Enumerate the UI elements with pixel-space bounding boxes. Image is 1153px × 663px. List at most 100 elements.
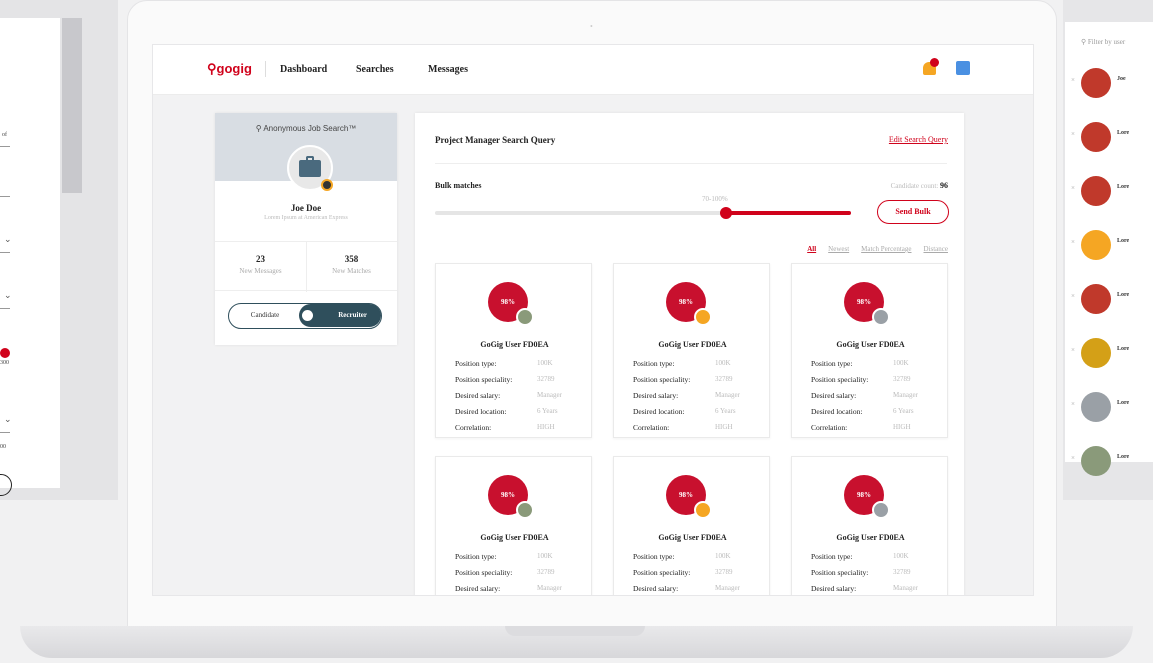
field-label: Desired salary: [811,584,857,593]
field-value: Manager [893,584,918,592]
user-list-item[interactable]: × Lore [1065,272,1153,328]
candidate-card[interactable]: 98% GoGig User FD0EA Position type: 100K Pos… [791,263,948,438]
logo[interactable]: ⚲gogig [207,61,252,77]
user-list-item[interactable]: × Lore [1065,380,1153,436]
candidate-card[interactable]: 98% GoGig User FD0EA Position type: 100K Pos… [613,263,770,438]
slider-handle[interactable] [0,348,10,358]
close-icon[interactable]: × [1071,184,1075,192]
role-toggle[interactable]: Candidate Recruiter [228,303,382,329]
send-bulk-button[interactable]: Send Bulk [877,200,949,224]
user-label: Lore [1117,346,1130,352]
chevron-down-icon[interactable]: ⌄ [4,234,12,245]
new-matches-stat[interactable]: 358 New Matches [306,254,397,275]
field-label: Desired salary: [455,391,501,400]
field-label: Position type: [455,552,497,561]
profile-card: ⚲ Anonymous Job Search™ Joe Doe Lorem Ip… [215,113,397,345]
user-list-panel: ⚲ Filter by user × Joe × Lore × Lore × Lore × Lor… [1065,22,1153,476]
field-value: 100K [537,552,553,560]
chevron-down-icon[interactable]: ⌄ [4,290,12,301]
avatar [694,501,712,519]
chevron-down-icon[interactable]: ⌄ [4,414,12,425]
camera-icon: • [590,22,593,31]
filter-all[interactable]: All [807,245,816,253]
candidate-card[interactable]: 98% GoGig User FD0EA Position type: 100K Pos… [613,456,770,595]
field-label: Position speciality: [633,568,691,577]
top-nav: ⚲gogig Dashboard Searches Messages [153,45,1033,95]
filter-match-percentage[interactable]: Match Percentage [861,245,911,253]
candidate-name: GoGig User FD0EA [480,340,549,349]
avatar [872,308,890,326]
field-value: 32789 [537,375,555,383]
close-icon[interactable]: × [1071,238,1075,246]
notification-dot [930,58,939,67]
field-label: Position type: [633,359,675,368]
edit-search-query-link[interactable]: Edit Search Query [889,135,948,144]
slider-thumb[interactable] [720,207,733,219]
range-label: 70-100% [702,195,728,203]
filter-newest[interactable]: Newest [828,245,849,253]
close-icon[interactable]: × [1071,454,1075,462]
field-label: Position speciality: [811,375,869,384]
field-label: Position type: [455,359,497,368]
user-label: Lore [1117,292,1130,298]
field-value: 32789 [537,568,555,576]
circle-button[interactable] [0,474,12,496]
close-icon[interactable]: × [1071,130,1075,138]
avatar [872,501,890,519]
nav-messages[interactable]: Messages [428,64,468,75]
user-label: Lore [1117,238,1130,244]
bell-icon[interactable] [921,58,939,76]
user-list-item[interactable]: × Lore [1065,434,1153,490]
avatar [1081,122,1111,152]
user-list-item[interactable]: × Lore [1065,164,1153,220]
avatar [1081,68,1111,98]
avatar [1081,338,1111,368]
toggle-candidate[interactable]: Candidate [229,304,301,327]
field-value: 32789 [715,568,733,576]
field-value: HIGH [715,423,733,431]
match-range-slider[interactable] [435,207,851,219]
avatar [516,501,534,519]
field-value: 100K [893,359,909,367]
toggle-knob[interactable] [302,310,313,321]
nav-searches[interactable]: Searches [356,64,394,75]
user-list-item[interactable]: × Lore [1065,110,1153,166]
candidate-name: GoGig User FD0EA [836,533,905,542]
scrollbar[interactable] [62,18,82,193]
field-value: 32789 [715,375,733,383]
field-label: Position speciality: [455,375,513,384]
field-value: Manager [537,391,562,399]
candidate-card[interactable]: 98% GoGig User FD0EA Position type: 100K Pos… [435,456,592,595]
field-label: Position speciality: [811,568,869,577]
avatar [694,308,712,326]
user-list-item[interactable]: × Lore [1065,218,1153,274]
search-results-panel: Project Manager Search Query Edit Search… [415,113,964,595]
anonymous-job-search-label[interactable]: ⚲ Anonymous Job Search™ [215,124,397,133]
location-pin-icon: ⚲ [1081,38,1087,46]
left-label-value-2: 00 [0,444,6,450]
left-background-screen: of ⌄ ⌄ 300 ⌄ 00 [0,0,118,500]
candidate-card[interactable]: 98% GoGig User FD0EA Position type: 100K Pos… [435,263,592,438]
user-list-item[interactable]: × Joe [1065,56,1153,112]
left-panel: of ⌄ ⌄ 300 ⌄ 00 [0,18,60,496]
filter-distance[interactable]: Distance [924,245,949,253]
candidate-card[interactable]: 98% GoGig User FD0EA Position type: 100K Pos… [791,456,948,595]
close-icon[interactable]: × [1071,76,1075,84]
close-icon[interactable]: × [1071,400,1075,408]
edit-icon[interactable] [321,179,333,191]
avatar [1081,230,1111,260]
user-list-item[interactable]: × Lore [1065,326,1153,382]
field-value: 100K [715,552,731,560]
candidate-name: GoGig User FD0EA [480,533,549,542]
new-messages-stat[interactable]: 23 New Messages [215,254,306,275]
nav-dashboard[interactable]: Dashboard [280,64,327,75]
filter-input[interactable]: ⚲ Filter by user [1081,38,1125,46]
field-label: Desired location: [811,407,863,416]
close-icon[interactable]: × [1071,346,1075,354]
avatar [516,308,534,326]
field-value: Manager [715,584,740,592]
profile-icon[interactable] [956,61,970,75]
close-icon[interactable]: × [1071,292,1075,300]
field-value: 6 Years [893,407,914,415]
user-label: Lore [1117,184,1130,190]
